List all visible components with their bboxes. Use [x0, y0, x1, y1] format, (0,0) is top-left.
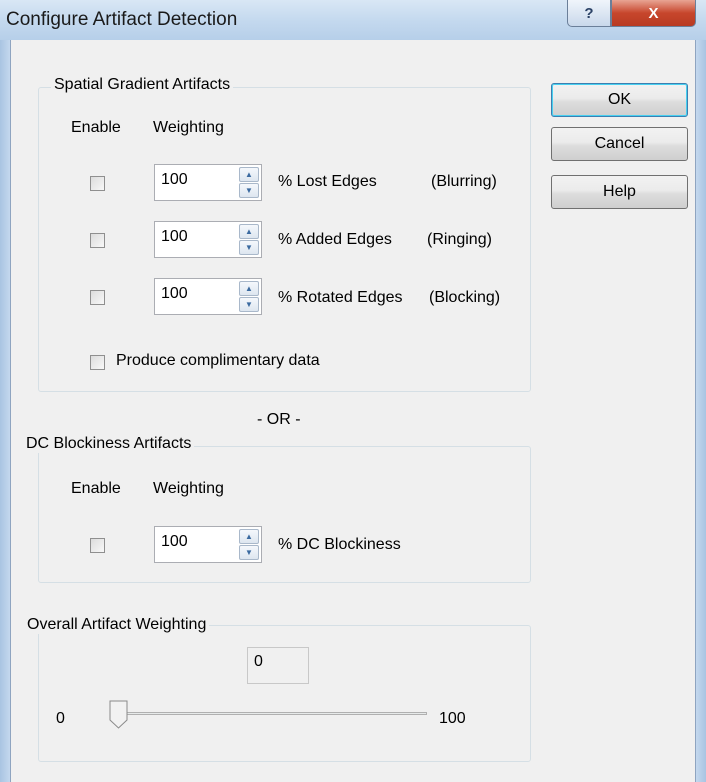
complimentary-data-label[interactable]: Produce complimentary data: [116, 352, 320, 370]
rotated-edges-weight-spinner[interactable]: 100 ▲ ▼: [154, 278, 262, 315]
overall-weighting-slider-thumb[interactable]: [109, 700, 128, 729]
arrow-down-icon: ▼: [245, 243, 253, 252]
arrow-down-icon: ▼: [245, 300, 253, 309]
spatial-group-title: Spatial Gradient Artifacts: [51, 76, 234, 94]
window-title: Configure Artifact Detection: [6, 9, 238, 30]
arrow-up-icon: ▲: [245, 532, 253, 541]
dc-spin-up-button[interactable]: ▲: [239, 529, 259, 544]
rotated-edges-spin-up-button[interactable]: ▲: [239, 281, 259, 296]
cancel-button[interactable]: Cancel: [551, 127, 688, 161]
lost-edges-enable-checkbox[interactable]: [90, 176, 105, 191]
titlebar-close-button[interactable]: X: [611, 0, 696, 27]
arrow-down-icon: ▼: [245, 548, 253, 557]
close-icon: X: [648, 4, 659, 22]
window-frame-right: [696, 40, 706, 782]
added-edges-type: (Ringing): [427, 231, 492, 248]
lost-edges-label: % Lost Edges: [278, 173, 377, 190]
spatial-weighting-header: Weighting: [153, 119, 224, 136]
added-edges-spin-down-button[interactable]: ▼: [239, 240, 259, 255]
complimentary-data-checkbox[interactable]: [90, 355, 105, 370]
rotated-edges-weight-value: 100: [161, 285, 188, 302]
overall-weighting-value: 0: [254, 653, 263, 670]
titlebar-help-button[interactable]: ?: [567, 0, 611, 27]
slider-max-label: 100: [439, 710, 466, 727]
window-frame-left: [0, 40, 10, 782]
overall-group-title: Overall Artifact Weighting: [24, 616, 210, 634]
added-edges-weight-spinner[interactable]: 100 ▲ ▼: [154, 221, 262, 258]
ok-button[interactable]: OK: [551, 83, 688, 117]
rotated-edges-label: % Rotated Edges: [278, 289, 403, 306]
added-edges-enable-checkbox[interactable]: [90, 233, 105, 248]
dc-blockiness-weight-spinner[interactable]: 100 ▲ ▼: [154, 526, 262, 563]
rotated-edges-enable-checkbox[interactable]: [90, 290, 105, 305]
lost-edges-spin-down-button[interactable]: ▼: [239, 183, 259, 198]
title-bar: Configure Artifact Detection ? X: [0, 0, 706, 40]
added-edges-weight-value: 100: [161, 228, 188, 245]
dc-weighting-header: Weighting: [153, 480, 224, 497]
question-icon: ?: [584, 4, 594, 22]
lost-edges-spin-up-button[interactable]: ▲: [239, 167, 259, 182]
overall-weighting-group: [38, 625, 531, 762]
dc-blockiness-group: [38, 446, 531, 583]
arrow-down-icon: ▼: [245, 186, 253, 195]
dialog-body: Spatial Gradient Artifacts Enable Weight…: [10, 40, 696, 782]
dc-enable-header: Enable: [71, 480, 121, 497]
rotated-edges-spin-down-button[interactable]: ▼: [239, 297, 259, 312]
overall-weighting-value-box: 0: [247, 647, 309, 684]
arrow-up-icon: ▲: [245, 284, 253, 293]
spatial-enable-header: Enable: [71, 119, 121, 136]
rotated-edges-type: (Blocking): [429, 289, 501, 306]
dialog-window: Configure Artifact Detection ? X Spatial…: [0, 0, 706, 782]
overall-weighting-slider-track[interactable]: [111, 712, 427, 715]
lost-edges-weight-spinner[interactable]: 100 ▲ ▼: [154, 164, 262, 201]
or-separator: - OR -: [257, 411, 301, 428]
dc-blockiness-weight-value: 100: [161, 533, 188, 550]
lost-edges-weight-value: 100: [161, 171, 188, 188]
arrow-up-icon: ▲: [245, 170, 253, 179]
added-edges-spin-up-button[interactable]: ▲: [239, 224, 259, 239]
lost-edges-type: (Blurring): [431, 173, 497, 190]
dc-spin-down-button[interactable]: ▼: [239, 545, 259, 560]
added-edges-label: % Added Edges: [278, 231, 392, 248]
dc-group-title: DC Blockiness Artifacts: [23, 435, 195, 453]
slider-min-label: 0: [56, 710, 65, 727]
help-button[interactable]: Help: [551, 175, 688, 209]
arrow-up-icon: ▲: [245, 227, 253, 236]
dc-blockiness-label: % DC Blockiness: [278, 536, 401, 553]
dc-blockiness-enable-checkbox[interactable]: [90, 538, 105, 553]
